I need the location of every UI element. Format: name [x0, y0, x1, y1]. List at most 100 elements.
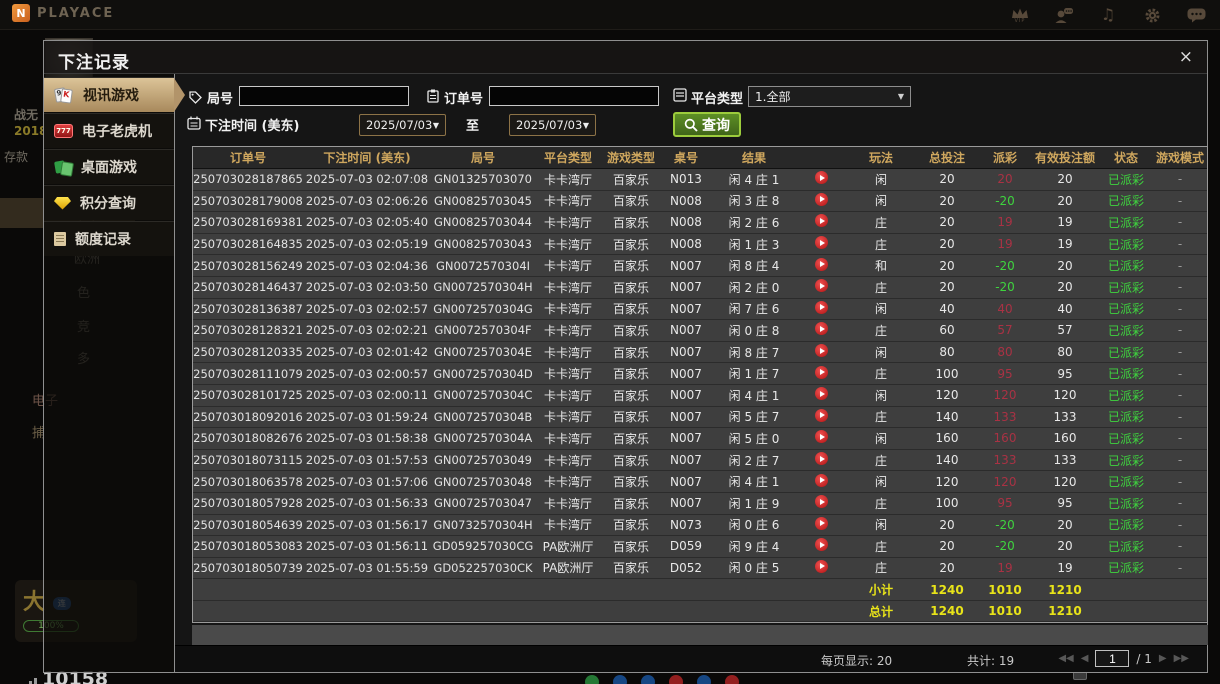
cell-platform: 卡卡湾厅	[543, 237, 592, 252]
table-row: 250703028128321 2025-07-03 02:02:21 GN0072…	[193, 320, 1207, 342]
music-icon[interactable]: ♫	[1098, 4, 1118, 26]
search-button[interactable]: 查询	[673, 112, 741, 137]
cell-payout: 133	[993, 409, 1017, 424]
cell-result: 闲 8 庄 4	[728, 259, 780, 274]
cell-game: 百家乐	[612, 388, 649, 403]
replay-play-icon[interactable]	[797, 322, 845, 338]
modal-title: 下注记录	[58, 53, 130, 73]
replay-play-icon[interactable]	[797, 452, 845, 468]
replay-play-icon[interactable]	[797, 214, 845, 230]
table-row: 250703018063578 2025-07-03 01:57:06 GN0072…	[193, 471, 1207, 493]
replay-play-icon[interactable]	[797, 387, 845, 403]
order-number-input[interactable]	[489, 86, 659, 106]
cell-status: 已派彩	[1107, 367, 1144, 382]
cell-game: 百家乐	[612, 323, 649, 338]
replay-play-icon[interactable]	[797, 495, 845, 511]
cell-bet_type: 庄	[874, 280, 887, 295]
cell-order: 250703028111079	[193, 366, 303, 381]
replay-play-icon[interactable]	[797, 236, 845, 252]
last-page-icon[interactable]: ▶▶	[1174, 653, 1189, 664]
cell-bet_type: 闲	[874, 345, 887, 360]
replay-play-icon[interactable]	[797, 559, 845, 576]
document-icon	[54, 232, 66, 246]
date-from-picker[interactable]: 2025/07/03 ▼	[359, 114, 446, 136]
cell-time: 2025-07-03 01:58:38	[305, 431, 429, 446]
platform-type-select[interactable]: 1.全部 ▼	[748, 86, 911, 107]
page-number-input[interactable]	[1095, 650, 1130, 667]
cell-total_bet: 20	[939, 237, 955, 252]
cell-bet_type: 闲	[874, 302, 887, 317]
table-row: 250703018050739 2025-07-03 01:55:59 GD0522…	[193, 557, 1207, 580]
cell-platform: 卡卡湾厅	[543, 194, 592, 209]
cell-mode: -	[1177, 560, 1183, 575]
cell-time: 2025-07-03 01:55:59	[305, 560, 429, 575]
menu-item-slots[interactable]: 777 电子老虎机	[44, 113, 174, 148]
cell-order: 250703018063578	[193, 474, 303, 489]
cell-game: 百家乐	[612, 302, 649, 317]
cell-game: 百家乐	[612, 431, 649, 446]
replay-play-icon[interactable]	[797, 516, 845, 533]
replay-play-icon[interactable]	[797, 473, 845, 490]
cell-total_bet: 20	[939, 517, 955, 532]
cell-order: 250703018073115	[193, 453, 303, 468]
subtotal-row: 小计 1240 1010 1210	[193, 579, 1207, 601]
replay-play-icon[interactable]	[797, 171, 845, 187]
chat-bubble-icon[interactable]	[1186, 4, 1206, 26]
cell-valid_bet: 20	[1057, 539, 1073, 554]
cell-table: N007	[670, 323, 702, 338]
first-page-icon[interactable]: ◀◀	[1058, 653, 1073, 664]
replay-play-icon[interactable]	[797, 192, 845, 209]
date-to-picker[interactable]: 2025/07/03 ▼	[509, 114, 596, 136]
table-row: 250703028169381 2025-07-03 02:05:40 GN0082…	[193, 212, 1207, 234]
calendar-icon	[187, 115, 201, 134]
settings-gear-icon[interactable]	[1142, 4, 1162, 26]
replay-play-icon[interactable]	[797, 365, 845, 382]
cell-mode: -	[1177, 345, 1183, 360]
cell-round: GN00725703049	[434, 453, 532, 468]
menu-item-points[interactable]: 积分查询	[44, 185, 174, 220]
replay-play-icon[interactable]	[797, 538, 845, 554]
menu-item-table-games[interactable]: 桌面游戏	[44, 149, 174, 184]
close-icon[interactable]: ×	[1179, 47, 1193, 67]
horizontal-scrollbar[interactable]	[192, 625, 1208, 645]
header-cell: 桌号	[673, 151, 698, 165]
cell-valid_bet: 20	[1057, 280, 1073, 295]
playing-cards-icon: 9K	[53, 86, 74, 104]
cell-result: 闲 3 庄 8	[728, 194, 780, 209]
table-row: 250703028111079 2025-07-03 02:00:57 GN0072…	[193, 363, 1207, 385]
cell-result: 闲 4 庄 1	[728, 172, 780, 187]
bet-records-table: 订单号 下注时间 (美东) 局号 平台类型 游戏类型 桌号 结果 玩法 总投注 派彩 有效投注额 状态…	[192, 146, 1208, 624]
table-row: 250703018073115 2025-07-03 01:57:53 GN0072…	[193, 449, 1207, 472]
cell-bet_type: 庄	[874, 410, 887, 425]
prev-page-icon[interactable]: ◀	[1081, 653, 1089, 664]
badge-red	[725, 675, 739, 684]
table-row: 250703028164835 2025-07-03 02:05:19 GN0082…	[193, 233, 1207, 256]
cell-result: 闲 5 庄 7	[728, 410, 780, 425]
lobby-table-badges	[585, 675, 739, 684]
cell-time: 2025-07-03 02:01:42	[305, 345, 429, 360]
cell-game: 百家乐	[612, 237, 649, 252]
vip-crown-icon[interactable]: VIP	[1010, 4, 1030, 26]
replay-play-icon[interactable]	[797, 300, 845, 317]
cell-platform: PA欧洲厅	[542, 561, 594, 576]
header-cell: 状态	[1113, 151, 1138, 165]
cell-table: N007	[670, 366, 702, 381]
cell-table: D059	[669, 539, 703, 554]
subtotal-row-cell: 1210	[1048, 582, 1082, 597]
replay-play-icon[interactable]	[797, 257, 845, 274]
cell-mode: -	[1177, 431, 1183, 446]
cell-game: 百家乐	[612, 496, 649, 511]
cell-payout: 120	[993, 474, 1017, 489]
customer-service-icon[interactable]	[1054, 4, 1074, 26]
round-number-input[interactable]	[239, 86, 409, 106]
cell-table: D052	[669, 560, 703, 575]
cell-total_bet: 20	[939, 258, 955, 273]
replay-play-icon[interactable]	[797, 430, 845, 446]
replay-play-icon[interactable]	[797, 344, 845, 360]
cell-game: 百家乐	[612, 475, 649, 490]
replay-play-icon[interactable]	[797, 408, 845, 425]
replay-play-icon[interactable]	[797, 279, 845, 295]
next-page-icon[interactable]: ▶	[1159, 653, 1167, 664]
menu-item-live-games[interactable]: 9K 视讯游戏	[44, 77, 185, 112]
menu-item-credit-records[interactable]: 额度记录	[44, 221, 174, 256]
